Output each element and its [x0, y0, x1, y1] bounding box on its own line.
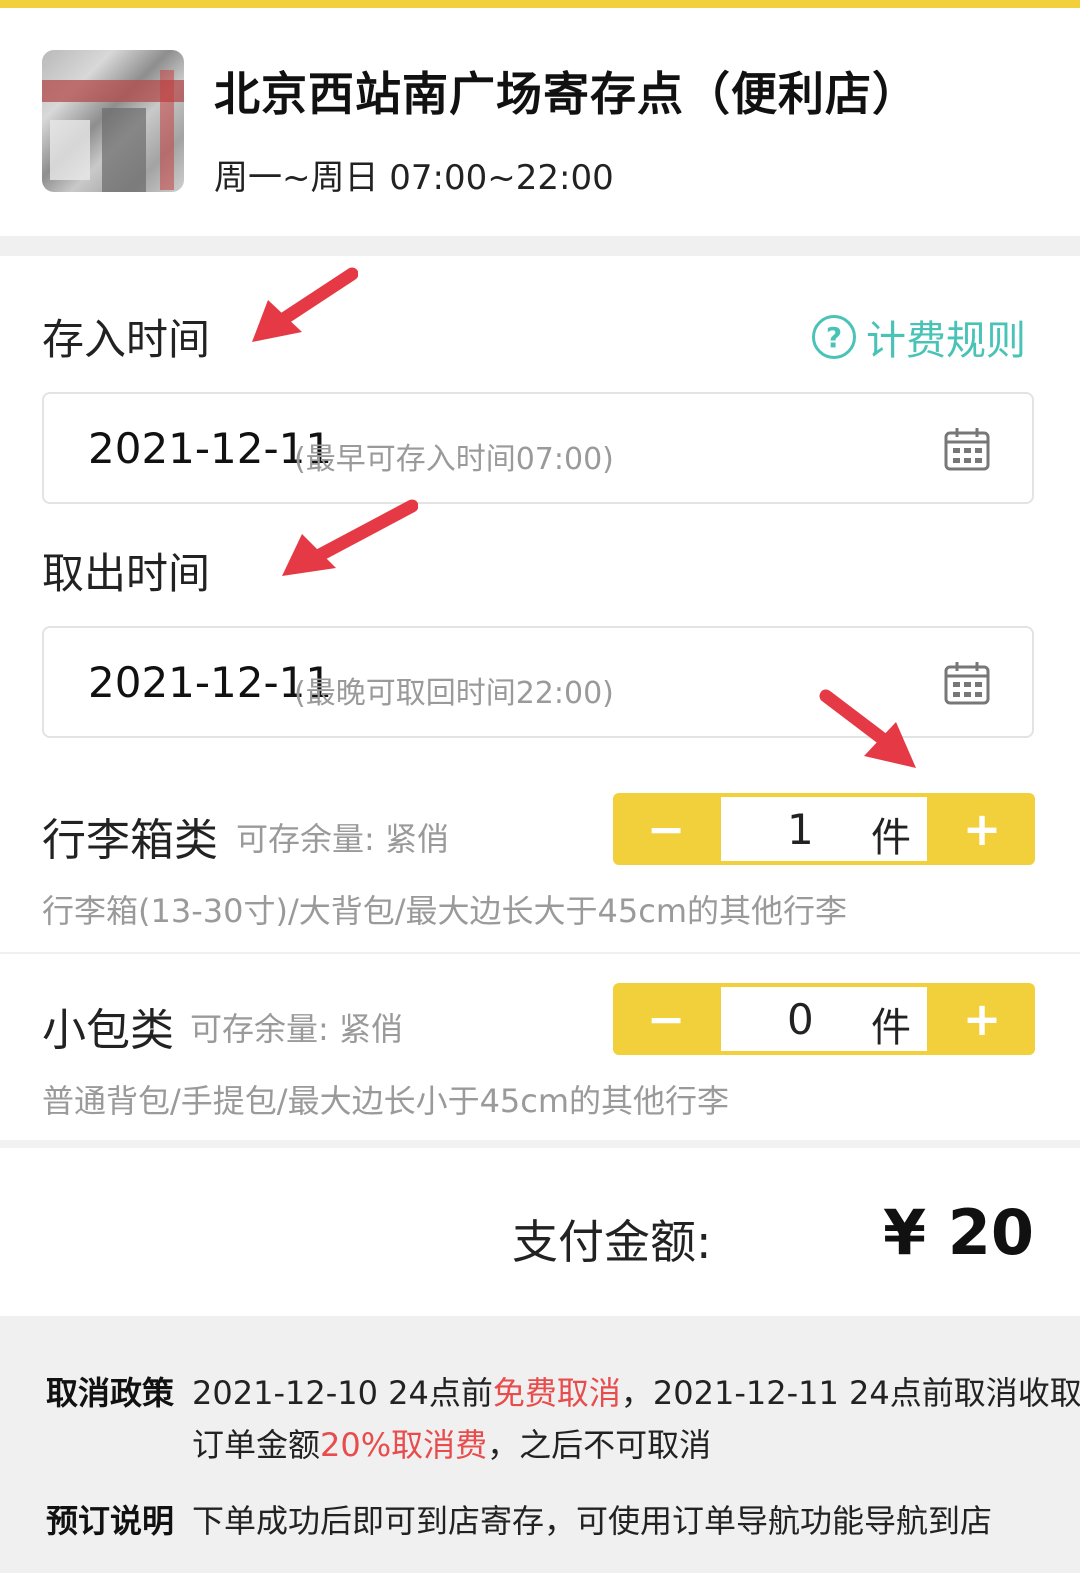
calendar-icon[interactable]: [944, 426, 990, 472]
small-bag-quantity-unit: 件: [871, 1005, 911, 1051]
payment-amount: ¥ 20: [882, 1196, 1034, 1269]
cancel-policy-line2: 订单金额20%取消费，之后不可取消: [192, 1420, 711, 1466]
cancel-policy-line1: 2021-12-10 24点前免费取消，2021-12-11 24点前取消收取: [192, 1368, 1080, 1414]
deposit-date-hint: (最早可存入时间07:00): [294, 442, 614, 477]
cancel-fee-highlight: 20%取消费: [320, 1426, 488, 1464]
red-arrow-icon: [282, 499, 418, 576]
small-bag-description: 普通背包/手提包/最大边长小于45cm的其他行李: [42, 1082, 730, 1120]
small-bag-quantity-stepper: − 0 件 +: [613, 983, 1035, 1055]
free-cancel-highlight: 免费取消: [492, 1374, 621, 1412]
luggage-remaining: 可存余量: 紧俏: [236, 820, 449, 858]
small-bag-increase-button[interactable]: +: [929, 983, 1035, 1055]
small-bag-quantity-value: 0: [787, 995, 814, 1044]
section-divider: [0, 1140, 1080, 1148]
luggage-increase-button[interactable]: +: [929, 793, 1035, 865]
store-hours: 周一~周日 07:00~22:00: [214, 158, 614, 198]
small-bag-category-title: 小包类: [42, 1005, 174, 1056]
pricing-rules-link[interactable]: ? 计费规则: [812, 308, 1026, 366]
payment-label: 支付金额:: [512, 1215, 712, 1269]
pickup-time-label: 取出时间: [42, 549, 211, 598]
pickup-date-hint: (最晚可取回时间22:00): [294, 676, 614, 711]
policy-section: 取消政策 2021-12-10 24点前免费取消，2021-12-11 24点前…: [0, 1316, 1080, 1573]
luggage-quantity-display: 1 件: [721, 797, 927, 861]
top-accent-strip: [0, 0, 1080, 8]
small-bag-decrease-button[interactable]: −: [613, 983, 719, 1055]
luggage-quantity-stepper: − 1 件 +: [613, 793, 1035, 865]
deposit-time-label: 存入时间: [42, 315, 211, 364]
cancel-policy-text: ，2021-12-11 24点前取消收取: [620, 1374, 1080, 1412]
cancel-policy-text: 订单金额: [192, 1426, 321, 1464]
store-name: 北京西站南广场寄存点（便利店）: [214, 67, 919, 121]
booking-note-text: 下单成功后即可到店寄存，可使用订单导航功能导航到店: [192, 1502, 993, 1540]
luggage-decrease-button[interactable]: −: [613, 793, 719, 865]
cancel-policy-text: ，之后不可取消: [487, 1426, 712, 1464]
store-photo: [42, 50, 184, 192]
small-bag-remaining: 可存余量: 紧俏: [190, 1010, 403, 1048]
red-arrow-icon: [819, 689, 916, 768]
cancel-policy-heading: 取消政策: [46, 1374, 175, 1412]
calendar-icon[interactable]: [944, 660, 990, 706]
question-circle-icon: ?: [812, 315, 856, 359]
red-arrow-icon: [252, 267, 358, 342]
deposit-date-field[interactable]: 2021-12-11 (最早可存入时间07:00): [42, 392, 1034, 504]
cancel-policy-text: 2021-12-10 24点前: [192, 1374, 493, 1412]
luggage-description: 行李箱(13-30寸)/大背包/最大边长大于45cm的其他行李: [42, 892, 848, 930]
booking-note-heading: 预订说明: [46, 1502, 175, 1540]
section-divider: [0, 236, 1080, 256]
row-divider: [0, 952, 1080, 954]
store-header: 北京西站南广场寄存点（便利店） 周一~周日 07:00~22:00: [0, 8, 1080, 236]
small-bag-quantity-display: 0 件: [721, 987, 927, 1051]
luggage-quantity-value: 1: [787, 805, 814, 854]
pricing-rules-label: 计费规则: [866, 318, 1026, 364]
luggage-quantity-unit: 件: [871, 815, 911, 861]
luggage-category-title: 行李箱类: [42, 815, 218, 866]
